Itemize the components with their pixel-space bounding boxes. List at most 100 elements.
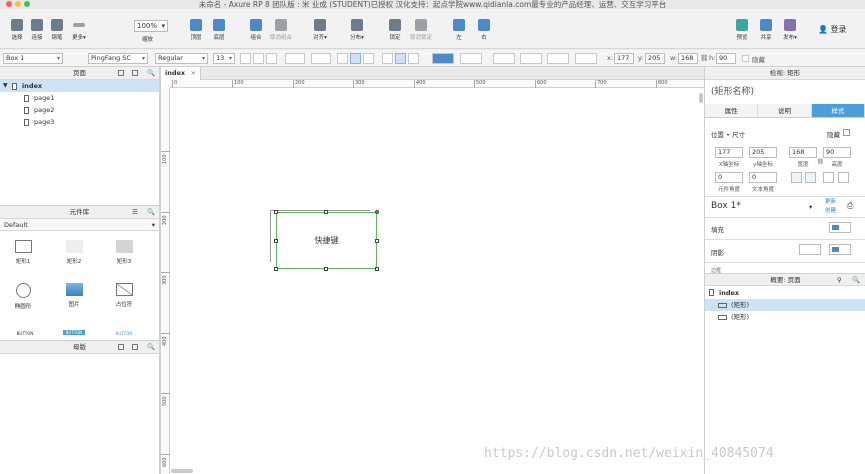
ungroup-button[interactable]: 取消组合 — [268, 19, 294, 41]
y-coord-input[interactable]: 205 — [749, 147, 777, 158]
close-window-button[interactable] — [6, 1, 12, 7]
italic-button[interactable] — [253, 53, 264, 64]
widget-name-select[interactable]: Box 1 — [3, 53, 63, 64]
widget-image[interactable]: 图片 — [57, 283, 91, 308]
page-item-index[interactable]: ▼ index — [0, 80, 159, 92]
widget-rect1[interactable]: 矩形1 — [6, 240, 40, 265]
rotate-handle[interactable] — [375, 210, 379, 214]
lock-ratio-icon[interactable]: ⛓ — [700, 54, 708, 62]
page-item[interactable]: page3 — [0, 116, 159, 128]
tab-index[interactable]: index × — [161, 67, 201, 80]
close-tab-icon[interactable]: × — [191, 67, 196, 80]
add-page-icon[interactable] — [118, 70, 124, 76]
canvas-area[interactable]: index × 0 100 200 300 400 500 600 700 800… — [160, 67, 704, 474]
resize-handle[interactable] — [324, 267, 328, 271]
zoom-select[interactable]: 100% ▾ — [134, 20, 168, 32]
vertical-scrollbar[interactable] — [699, 93, 703, 103]
shape-name-field[interactable]: (矩形名称) — [705, 80, 865, 104]
tab-properties[interactable]: 属性 — [705, 104, 759, 117]
flip-vertical-icon[interactable] — [791, 172, 802, 183]
search-icon[interactable]: 🔍 — [852, 274, 860, 287]
outline-item[interactable]: (矩形) — [705, 299, 865, 311]
tab-notes[interactable]: 说明 — [758, 104, 812, 117]
widget-placeholder[interactable]: 占位符 — [107, 283, 141, 308]
width-input[interactable]: 168 — [789, 147, 817, 158]
unlock-button[interactable]: 取消锁定 — [408, 19, 434, 41]
shadow-button[interactable] — [460, 53, 482, 64]
add-master-icon[interactable] — [118, 344, 124, 350]
h-input[interactable]: 90 — [716, 53, 736, 64]
inner-shadow-picker[interactable] — [829, 244, 851, 255]
fill-color-picker[interactable] — [829, 222, 851, 233]
search-icon[interactable]: 🔍 — [147, 341, 155, 354]
filter-icon[interactable]: ⚲ — [837, 274, 842, 287]
line-width-button[interactable] — [520, 53, 542, 64]
align-left-button[interactable] — [337, 53, 348, 64]
selected-rectangle-widget[interactable]: 快捷键 — [276, 212, 377, 269]
hide-checkbox[interactable] — [843, 129, 850, 136]
more-tools-button[interactable]: 更多▾ — [66, 19, 92, 41]
create-style-link[interactable]: 创建 — [825, 206, 836, 214]
widget-ellipse[interactable]: 椭圆形 — [6, 283, 40, 310]
rotation-input[interactable]: 0 — [715, 172, 743, 183]
resize-handle[interactable] — [375, 239, 379, 243]
update-style-link[interactable]: 更新 — [825, 197, 836, 205]
chevron-down-icon[interactable]: ▾ — [809, 203, 812, 211]
valign-top-button[interactable] — [382, 53, 393, 64]
outline-page-index[interactable]: index — [705, 287, 865, 299]
x-coord-input[interactable]: 177 — [715, 147, 743, 158]
align-center-button[interactable] — [350, 53, 361, 64]
font-weight-select[interactable]: Regular — [155, 53, 208, 64]
font-size-select[interactable]: 13 — [213, 53, 235, 64]
widget-rect2[interactable]: 矩形2 — [57, 240, 91, 265]
add-folder-icon[interactable] — [132, 70, 138, 76]
publish-button[interactable]: 发布▾ — [777, 19, 803, 41]
resize-handle[interactable] — [375, 267, 379, 271]
outline-item[interactable]: (矩形) — [705, 311, 865, 323]
resize-handle[interactable] — [274, 239, 278, 243]
valign-bottom-button[interactable] — [408, 53, 419, 64]
bold-button[interactable] — [240, 53, 251, 64]
fit-width-icon[interactable] — [823, 172, 834, 183]
fit-height-icon[interactable] — [838, 172, 849, 183]
height-input[interactable]: 90 — [823, 147, 851, 158]
minimize-window-button[interactable] — [15, 1, 21, 7]
w-input[interactable]: 168 — [678, 53, 698, 64]
zoom-window-button[interactable] — [24, 1, 30, 7]
fill-color-button[interactable] — [432, 53, 454, 64]
y-input[interactable]: 205 — [645, 53, 665, 64]
move-right-button[interactable]: 右 — [471, 19, 497, 41]
align-button[interactable]: 对齐▾ — [307, 19, 333, 41]
line-style-button[interactable] — [547, 53, 569, 64]
menu-icon[interactable]: ☰ — [132, 206, 138, 219]
align-right-button[interactable] — [363, 53, 374, 64]
widget-button[interactable]: BUTTON — [8, 331, 42, 336]
font-family-select[interactable]: PingFang SC — [88, 53, 148, 64]
outer-shadow-picker[interactable] — [799, 244, 821, 255]
text-rotation-input[interactable]: 0 — [749, 172, 777, 183]
horizontal-scrollbar[interactable] — [171, 469, 193, 473]
hidden-checkbox[interactable] — [742, 55, 749, 62]
tab-style[interactable]: 样式 — [811, 104, 865, 117]
resize-handle[interactable] — [274, 210, 278, 214]
resize-handle[interactable] — [324, 210, 328, 214]
underline-button[interactable] — [266, 53, 277, 64]
library-select[interactable]: Default — [0, 219, 159, 231]
share-button[interactable]: 共享 — [753, 19, 779, 41]
preview-button[interactable]: 预览 — [729, 19, 755, 41]
add-folder-icon[interactable] — [132, 344, 138, 350]
move-left-button[interactable]: 左 — [446, 19, 472, 41]
distribute-button[interactable]: 分布▾ — [344, 19, 370, 41]
line-color-button[interactable] — [493, 53, 515, 64]
search-icon[interactable]: 🔍 — [147, 67, 155, 80]
group-button[interactable]: 组合 — [243, 19, 269, 41]
page-item[interactable]: page2 — [0, 104, 159, 116]
x-input[interactable]: 177 — [614, 53, 634, 64]
valign-middle-button[interactable] — [395, 53, 406, 64]
flip-horizontal-icon[interactable] — [805, 172, 816, 183]
widget-primary-button[interactable]: BUTTON — [63, 330, 85, 335]
login-button[interactable]: 👤 登录 — [818, 24, 847, 35]
resize-handle[interactable] — [274, 267, 278, 271]
arrow-style-button[interactable] — [575, 53, 597, 64]
page-item[interactable]: page1 — [0, 92, 159, 104]
